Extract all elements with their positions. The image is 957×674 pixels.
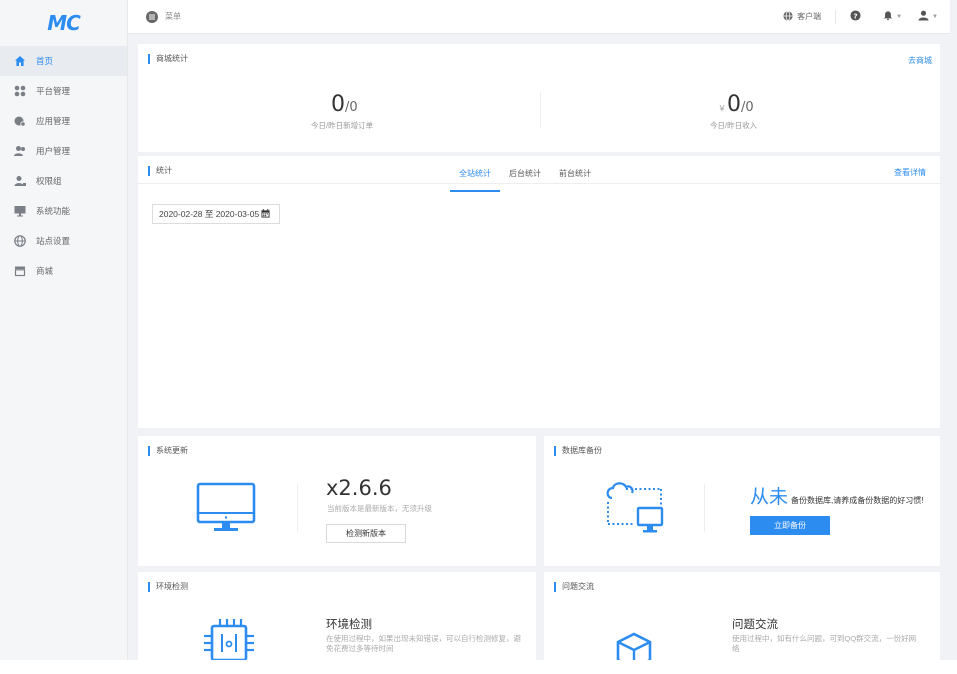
env-check-desc: 在使用过程中，如果出现未知错误，可以自行检测修复，避免花费过多等待时间 <box>326 634 521 653</box>
sidebar-item-label: 用户管理 <box>36 146 71 156</box>
go-to-store-link[interactable]: 去商城 <box>908 55 932 66</box>
orders-label: 今日/昨日新增订单 <box>311 121 374 130</box>
sidebar-item-label: 首页 <box>36 56 54 66</box>
top-right-actions: 客户端 ? ▼ ▼ <box>783 9 938 24</box>
sidebar-item-label: 应用管理 <box>36 116 71 126</box>
card-title: 问题交流 <box>554 582 594 592</box>
top-bar: 菜单 客户端 ? ▼ ▼ <box>128 0 950 34</box>
current-version: x2.6.6 <box>326 476 392 500</box>
last-backup-value: 从未 <box>750 487 789 508</box>
app-icon <box>14 115 26 127</box>
stats-tabs: 全站统计 后台统计 前台统计 <box>450 156 600 192</box>
user-avatar-icon[interactable] <box>918 10 929 23</box>
backup-now-button[interactable]: 立即备份 <box>750 516 830 535</box>
card-title: 统计 <box>148 166 172 176</box>
view-details-link[interactable]: 查看详情 <box>894 167 926 178</box>
income-label: 今日/昨日收入 <box>710 121 758 130</box>
date-range-picker[interactable]: 2020-02-28 至 2020-03-05 <box>152 204 280 224</box>
client-link[interactable]: 客户端 <box>797 11 821 22</box>
svg-text:?: ? <box>853 11 857 20</box>
card-title: 数据库备份 <box>554 446 602 456</box>
divider <box>835 9 837 24</box>
income-yesterday: /0 <box>741 100 754 115</box>
env-check-headline: 环境检测 <box>326 619 372 631</box>
sidebar-item-permission-group[interactable]: 权限组 <box>0 166 127 196</box>
notification-bell-icon[interactable] <box>883 10 893 23</box>
page-bottom-area <box>0 660 957 674</box>
mall-stats-card: 商城统计 去商城 0/0 今日/昨日新增订单 ￥0/0 今日/昨日收入 <box>138 44 940 152</box>
cloud-backup-icon <box>604 480 666 541</box>
sidebar-item-users[interactable]: 用户管理 <box>0 136 127 166</box>
monitor-icon <box>196 482 260 539</box>
grid-icon <box>14 85 26 97</box>
version-desc: 当前版本是最新版本，无须升级 <box>327 504 432 513</box>
tab-site-stats[interactable]: 全站统计 <box>450 156 500 192</box>
check-update-button[interactable]: 检测新版本 <box>326 524 406 543</box>
tab-frontend-stats[interactable]: 前台统计 <box>550 156 600 192</box>
card-title: 商城统计 <box>148 54 188 64</box>
chevron-down-icon: ▼ <box>932 13 938 20</box>
store-icon <box>14 265 26 277</box>
sidebar-item-label: 系统功能 <box>36 206 71 216</box>
menu-icon <box>146 10 158 23</box>
sidebar-item-label: 站点设置 <box>36 236 71 246</box>
backup-hint: 备份数据库,请养成备份数据的好习惯! <box>791 496 924 505</box>
sidebar-item-system[interactable]: 系统功能 <box>0 196 127 226</box>
logo-text: MC <box>47 11 81 35</box>
qa-card: 问题交流 问题交流 使用过程中，如有什么问题，可到QQ群交流，一份好网络 <box>544 572 940 670</box>
sidebar: MC 首页 平台管理 应用管理 用户管理 权限组 系统功能 站点设置 商城 <box>0 0 128 674</box>
environment-check-card: 环境检测 环境检测 在使用过程中，如果出现未知错误，可以自行检测修复，避免花费过… <box>138 572 536 663</box>
orders-yesterday: /0 <box>345 100 358 115</box>
tab-backend-stats[interactable]: 后台统计 <box>500 156 550 192</box>
home-icon <box>14 55 26 67</box>
globe-icon <box>14 235 26 247</box>
divider <box>297 484 298 532</box>
qa-headline: 问题交流 <box>732 619 778 631</box>
sidebar-item-store[interactable]: 商城 <box>0 256 127 286</box>
client-globe-icon <box>783 10 793 23</box>
calendar-icon <box>261 208 270 220</box>
app-logo[interactable]: MC <box>0 0 127 46</box>
chip-icon <box>200 618 258 663</box>
income-stat: ￥0/0 <box>718 92 754 117</box>
menu-toggle-button[interactable]: 菜单 <box>146 10 181 23</box>
user-group-icon <box>14 175 26 187</box>
divider <box>704 484 705 532</box>
divider <box>540 92 541 128</box>
orders-stat: 0/0 <box>331 92 358 117</box>
sidebar-item-site-settings[interactable]: 站点设置 <box>0 226 127 256</box>
sidebar-item-label: 商城 <box>36 266 54 276</box>
database-backup-card: 数据库备份 从未 备份数据库,请养成备份数据的好习惯! 立即备份 <box>544 436 940 566</box>
currency-symbol: ￥ <box>718 104 726 113</box>
qa-desc: 使用过程中，如有什么问题，可到QQ群交流，一份好网络 <box>732 634 917 653</box>
sidebar-item-label: 平台管理 <box>36 86 71 96</box>
menu-label: 菜单 <box>165 12 181 21</box>
sidebar-item-home[interactable]: 首页 <box>0 46 127 76</box>
sidebar-item-label: 权限组 <box>36 176 62 186</box>
sidebar-item-platform[interactable]: 平台管理 <box>0 76 127 106</box>
income-today: 0 <box>727 92 741 117</box>
help-icon[interactable]: ? <box>850 10 861 23</box>
backup-status: 从未 备份数据库,请养成备份数据的好习惯! <box>750 482 923 509</box>
card-title: 系统更新 <box>148 446 188 456</box>
users-icon <box>14 145 26 157</box>
sidebar-item-apps[interactable]: 应用管理 <box>0 106 127 136</box>
card-title: 环境检测 <box>148 582 188 592</box>
system-update-card: 系统更新 x2.6.6 当前版本是最新版本，无须升级 检测新版本 <box>138 436 536 566</box>
date-range-value: 2020-02-28 至 2020-03-05 <box>159 209 260 219</box>
statistics-card: 统计 全站统计 后台统计 前台统计 查看详情 2020-02-28 至 2020… <box>138 156 940 428</box>
monitor-icon <box>14 205 26 217</box>
orders-today: 0 <box>331 92 345 117</box>
divider <box>138 183 940 184</box>
chevron-down-icon: ▼ <box>896 13 903 20</box>
